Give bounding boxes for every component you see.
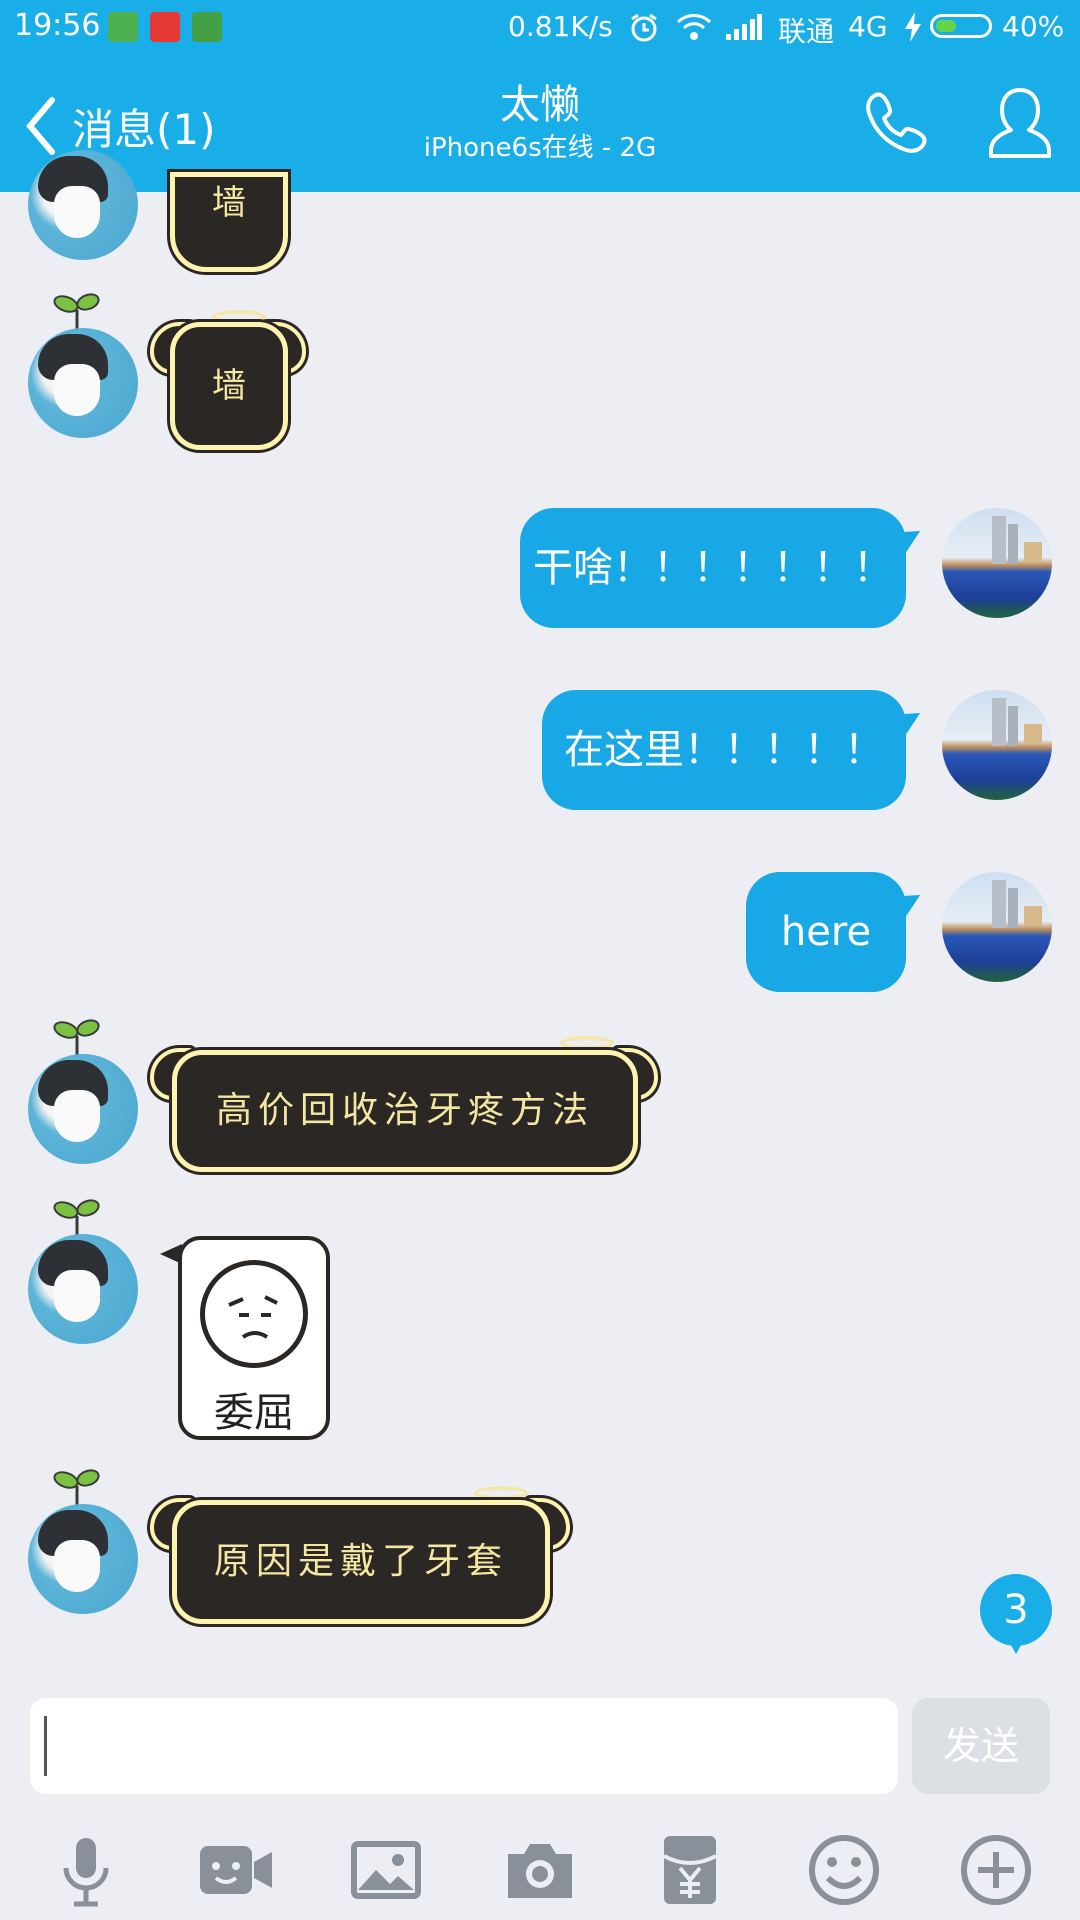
- network-type: 4G: [848, 10, 888, 43]
- self-avatar[interactable]: [942, 690, 1052, 800]
- message-text: here: [780, 909, 872, 955]
- sticker-bubble[interactable]: 原因是戴了牙套: [172, 1500, 550, 1624]
- red-packet-icon[interactable]: [650, 1830, 730, 1910]
- send-button[interactable]: 发送: [912, 1698, 1050, 1794]
- sticker-text: 原因是戴了牙套: [213, 1541, 508, 1582]
- online-status: iPhone6s在线 - 2G: [423, 133, 657, 163]
- message-text: 在这里！！！！！: [564, 727, 884, 773]
- charging-icon: [905, 12, 921, 42]
- contact-avatar[interactable]: [28, 1504, 138, 1614]
- contact-avatar[interactable]: [28, 1234, 138, 1344]
- emoji-icon[interactable]: [804, 1830, 884, 1910]
- sent-message-bubble[interactable]: 在这里！！！！！: [542, 690, 928, 810]
- sticker-halo: [560, 1036, 614, 1050]
- sticker-text: 高价回收治牙疼方法: [215, 1090, 594, 1131]
- image-sticker[interactable]: 委屈: [178, 1236, 330, 1440]
- sent-message-bubble[interactable]: here: [746, 872, 928, 992]
- wifi-icon: [676, 14, 712, 40]
- phone-notification-icon: [192, 12, 222, 42]
- carrier-name: 联通: [778, 15, 835, 48]
- battery-icon: [930, 14, 992, 38]
- contact-avatar[interactable]: [28, 150, 138, 260]
- chat-title-group: 太懒 iPhone6s在线 - 2G: [340, 80, 740, 166]
- self-avatar[interactable]: [942, 508, 1052, 618]
- contact-avatar[interactable]: [28, 328, 138, 438]
- sticker-bubble[interactable]: 墙: [170, 172, 288, 272]
- network-speed: 0.81K/s: [508, 10, 613, 43]
- text-caret: [44, 1716, 47, 1776]
- signal-icon: [726, 14, 762, 40]
- unread-badge[interactable]: 3: [980, 1574, 1052, 1654]
- sticker-caption: 委屈: [214, 1390, 294, 1436]
- video-call-icon[interactable]: [196, 1830, 276, 1910]
- sticker-text: 墙: [212, 183, 246, 223]
- message-input[interactable]: [30, 1698, 898, 1794]
- back-label: 消息(1): [72, 105, 216, 154]
- sad-face-icon: [200, 1260, 308, 1368]
- phone-icon[interactable]: [862, 90, 928, 156]
- battery-percent: 40%: [1002, 10, 1065, 43]
- alarm-icon: [631, 13, 657, 42]
- chat-title: 太懒: [500, 82, 580, 128]
- person-icon[interactable]: [986, 86, 1054, 160]
- message-text: 干啥！！！！！！！: [533, 545, 893, 591]
- self-avatar[interactable]: [942, 872, 1052, 982]
- netease-music-notification-icon: [150, 12, 180, 42]
- sticker-bubble[interactable]: 墙: [170, 322, 288, 450]
- sticker-text: 墙: [212, 366, 246, 406]
- shield-notification-icon: [108, 12, 138, 42]
- image-icon[interactable]: [346, 1830, 426, 1910]
- back-button[interactable]: 消息(1): [24, 90, 234, 160]
- send-label: 发送: [942, 1724, 1019, 1768]
- sticker-halo: [474, 1486, 528, 1500]
- chat-header: 19:56 0.81K/s 联通 4G 40% 消息(1) 太懒 iPhone6…: [0, 0, 1080, 192]
- camera-icon[interactable]: [500, 1830, 580, 1910]
- status-bar: 19:56 0.81K/s 联通 4G 40%: [0, 0, 1080, 56]
- sent-message-bubble[interactable]: 干啥！！！！！！！: [520, 508, 928, 628]
- chevron-left-icon: [26, 97, 55, 155]
- unread-count: 3: [1003, 1587, 1029, 1633]
- status-time: 19:56: [14, 8, 101, 43]
- sticker-bubble[interactable]: 高价回收治牙疼方法: [172, 1050, 638, 1172]
- battery-level: [936, 20, 956, 32]
- microphone-icon[interactable]: [46, 1830, 126, 1910]
- contact-avatar[interactable]: [28, 1054, 138, 1164]
- plus-icon[interactable]: [956, 1830, 1036, 1910]
